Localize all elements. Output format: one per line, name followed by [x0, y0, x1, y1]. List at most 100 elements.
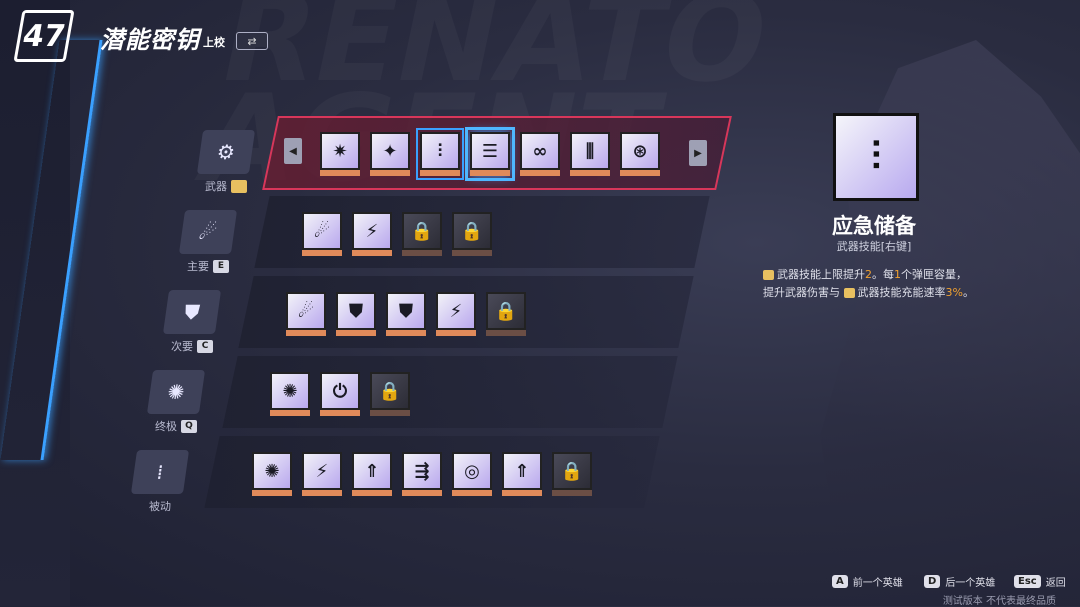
- locked-skill-slot[interactable]: 🔒: [452, 212, 492, 256]
- bullets-icon: ⁞: [130, 450, 190, 494]
- category-ultimate[interactable]: ✺ 终极 Q: [146, 370, 206, 434]
- skill-slot[interactable]: ⇶: [402, 452, 442, 496]
- skill-slot[interactable]: ⊛: [620, 132, 660, 176]
- weapon-key-icon: ​: [231, 179, 247, 193]
- key-badge: D: [924, 575, 941, 588]
- category-label: 被动: [149, 500, 171, 513]
- skill-level-bar: [402, 490, 442, 496]
- skill-icon: ⛊: [336, 292, 376, 330]
- skill-icon: ⫼: [570, 132, 610, 170]
- skill-level-bar: [552, 490, 592, 496]
- skill-slot[interactable]: ☄: [286, 292, 326, 336]
- category-passive[interactable]: ⁞ 被动: [130, 450, 190, 514]
- skill-icon: ⏻: [320, 372, 360, 410]
- skill-slot[interactable]: ⫼: [570, 132, 610, 176]
- battery-bolt-icon: ⫶: [833, 113, 919, 201]
- category-primary[interactable]: ☄ 主要 E: [178, 210, 238, 274]
- skill-slot[interactable]: ✦: [370, 132, 410, 176]
- skill-slot[interactable]: ⛊: [336, 292, 376, 336]
- prev-hero-button[interactable]: A 前一个英雄: [832, 574, 903, 589]
- skill-description-line1: 武器技能上限提升2。每1个弹匣容量，: [763, 266, 1013, 282]
- skill-icon: ☄: [286, 292, 326, 330]
- weapon-skills: ✷ ✦ ⫶ ☰ ∞ ⫼ ⊛: [320, 127, 660, 181]
- locked-skill-slot[interactable]: 🔒: [402, 212, 442, 256]
- spider-icon: ✺: [146, 370, 206, 414]
- next-hero-button[interactable]: D 后一个英雄: [924, 574, 995, 589]
- skill-level-bar: [302, 490, 342, 496]
- category-weapon[interactable]: ⚙ 武器 ​: [196, 130, 256, 194]
- gear-icon: ⚙: [196, 130, 256, 174]
- skill-level-bar: [452, 250, 492, 256]
- skill-icon: ⚡: [352, 212, 392, 250]
- skill-slot[interactable]: ⏻: [320, 372, 360, 416]
- skill-icon: ⚡: [302, 452, 342, 490]
- skill-level-bar: [620, 170, 660, 176]
- key-badge: C: [197, 339, 213, 353]
- locked-skill-slot[interactable]: 🔒: [370, 372, 410, 416]
- skill-level-bar: [452, 490, 492, 496]
- skill-icon: ⫶: [420, 132, 460, 170]
- category-label: 次要: [171, 340, 193, 353]
- skill-slot[interactable]: ⚡: [302, 452, 342, 496]
- skill-level-bar: [370, 410, 410, 416]
- skill-level-bar: [286, 330, 326, 336]
- skill-icon: ✷: [320, 132, 360, 170]
- skill-slot[interactable]: ✺: [270, 372, 310, 416]
- back-button[interactable]: Esc 返回: [1014, 574, 1066, 589]
- locked-skill-slot[interactable]: 🔒: [552, 452, 592, 496]
- swap-icon: ⇄: [247, 34, 257, 48]
- scroll-right-button[interactable]: ▶: [689, 140, 707, 166]
- skill-icon: ⇑: [502, 452, 542, 490]
- skill-level-bar: [570, 170, 610, 176]
- skill-level-bar: [270, 410, 310, 416]
- skill-slot[interactable]: ∞: [520, 132, 560, 176]
- skill-level-bar: [402, 250, 442, 256]
- scroll-left-button[interactable]: ◀: [284, 138, 302, 164]
- skill-icon: ⇶: [402, 452, 442, 490]
- page-title: 潜能密钥: [100, 26, 200, 54]
- skill-slot[interactable]: ⚡: [352, 212, 392, 256]
- locked-skill-slot[interactable]: 🔒: [486, 292, 526, 336]
- skill-icon: ⊛: [620, 132, 660, 170]
- skill-icon: ⇑: [352, 452, 392, 490]
- skill-icon: ⚡: [436, 292, 476, 330]
- skill-slot[interactable]: ⫶: [416, 128, 464, 180]
- skill-icon: ◎: [452, 452, 492, 490]
- skill-level-bar: [420, 170, 460, 176]
- skill-slot[interactable]: ◎: [452, 452, 492, 496]
- skill-icon: ✺: [270, 372, 310, 410]
- skill-slot[interactable]: ✷: [320, 132, 360, 176]
- skill-level-bar: [486, 330, 526, 336]
- key-badge: A: [832, 575, 848, 588]
- skill-slot[interactable]: ⇑: [352, 452, 392, 496]
- skill-slot[interactable]: ⇑: [502, 452, 542, 496]
- skill-slot[interactable]: ✺: [252, 452, 292, 496]
- category-label: 终极: [155, 420, 177, 433]
- skill-icon: ⛊: [386, 292, 426, 330]
- skill-slot[interactable]: ☄: [302, 212, 342, 256]
- skill-slot[interactable]: ⚡: [436, 292, 476, 336]
- category-label: 主要: [187, 260, 209, 273]
- secondary-skills: ☄ ⛊ ⛊ ⚡ 🔒: [286, 292, 526, 336]
- skill-level-bar: [436, 330, 476, 336]
- skill-icon: ✦: [370, 132, 410, 170]
- category-secondary[interactable]: ⛊ 次要 C: [162, 290, 222, 354]
- shield-icon: ⛊: [162, 290, 222, 334]
- key-badge: E: [213, 259, 229, 273]
- skill-slot[interactable]: ☰: [465, 127, 515, 181]
- skill-slot[interactable]: ⛊: [386, 292, 426, 336]
- swap-button[interactable]: ⇄: [236, 32, 268, 50]
- primary-skills: ☄ ⚡ 🔒 🔒: [302, 212, 492, 256]
- skill-level-bar: [336, 330, 376, 336]
- ultimate-skills: ✺ ⏻ 🔒: [270, 372, 410, 416]
- lock-icon: 🔒: [552, 452, 592, 490]
- skill-level-bar: [386, 330, 426, 336]
- skill-level-bar: [352, 250, 392, 256]
- passive-skills: ✺ ⚡ ⇑ ⇶ ◎ ⇑ 🔒: [252, 452, 592, 496]
- skill-level-bar: [370, 170, 410, 176]
- skill-level-bar: [352, 490, 392, 496]
- lock-icon: 🔒: [402, 212, 442, 250]
- skill-level-bar: [252, 490, 292, 496]
- skill-level-bar: [520, 170, 560, 176]
- lock-icon: 🔒: [452, 212, 492, 250]
